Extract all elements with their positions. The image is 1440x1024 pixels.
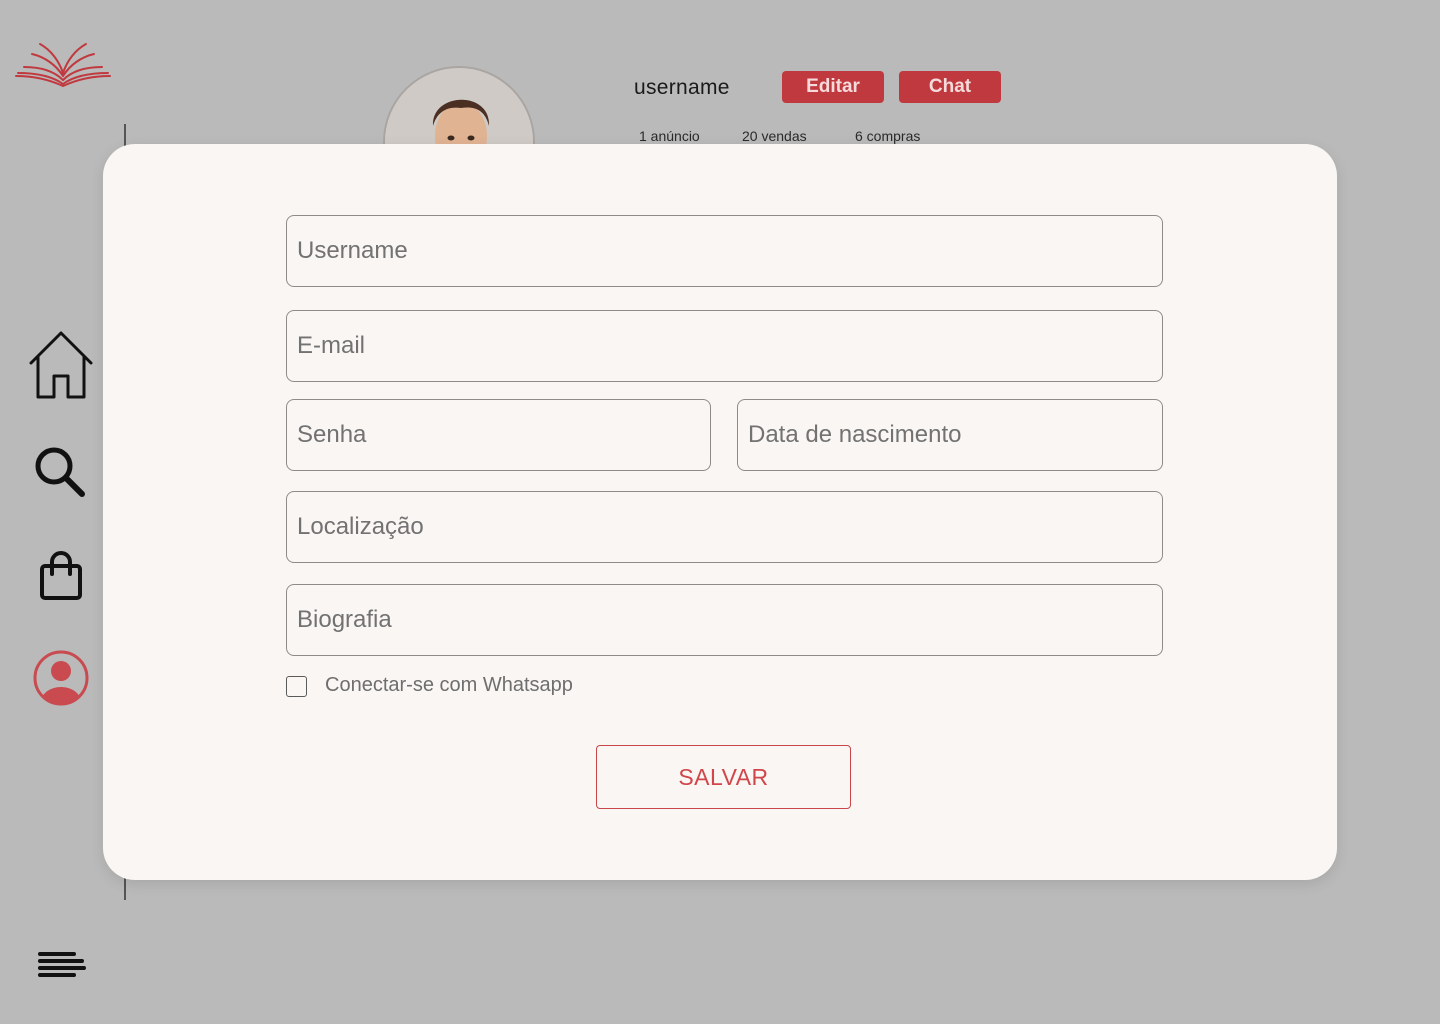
location-input[interactable] — [286, 491, 1163, 563]
username-input[interactable] — [286, 215, 1163, 287]
shopping-bag-icon[interactable] — [38, 550, 84, 602]
menu-icon[interactable] — [36, 948, 88, 980]
edit-button[interactable]: Editar — [782, 71, 884, 103]
search-icon[interactable] — [32, 444, 88, 500]
bio-input[interactable] — [286, 584, 1163, 656]
chat-button[interactable]: Chat — [899, 71, 1001, 103]
save-button[interactable]: SALVAR — [596, 745, 851, 809]
stat-sales: 20 vendas — [742, 128, 807, 144]
whatsapp-checkbox-label[interactable]: Conectar-se com Whatsapp — [325, 674, 573, 697]
stat-purchases: 6 compras — [855, 128, 921, 144]
birthdate-input[interactable] — [737, 399, 1163, 471]
password-input[interactable] — [286, 399, 711, 471]
profile-icon[interactable] — [31, 648, 91, 708]
email-input[interactable] — [286, 310, 1163, 382]
whatsapp-checkbox[interactable] — [286, 676, 307, 697]
home-icon[interactable] — [26, 330, 96, 400]
edit-profile-modal: Conectar-se com Whatsapp SALVAR — [103, 144, 1337, 880]
stat-listings: 1 anúncio — [639, 128, 700, 144]
profile-username: username — [634, 76, 730, 99]
logo-open-book-icon — [15, 43, 111, 87]
